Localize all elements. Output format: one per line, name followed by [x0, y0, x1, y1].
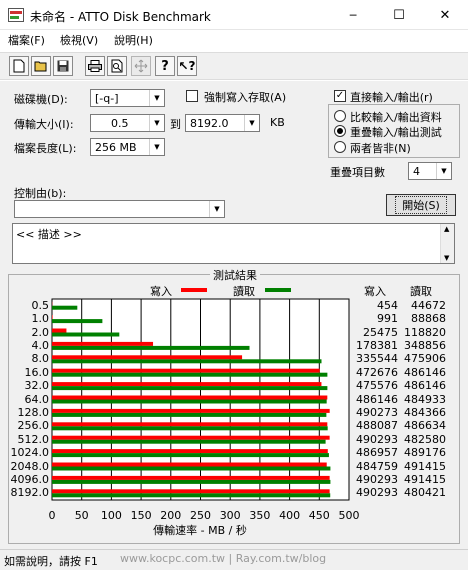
new-icon — [13, 59, 25, 73]
description-box[interactable]: << 描述 >> ▲ ▼ — [12, 223, 455, 264]
chevron-down-icon: ▼ — [244, 115, 259, 131]
scroll-up-icon: ▲ — [444, 225, 450, 233]
transfer-size-label: 傳輸大小(I): — [14, 118, 74, 131]
force-write-checkbox[interactable] — [186, 90, 198, 102]
close-icon: ✕ — [439, 7, 451, 23]
radio-overlap-label: 重疊輸入/輸出測試 — [350, 126, 442, 139]
menu-help[interactable]: 說明(H) — [114, 32, 153, 48]
print-button[interactable] — [85, 56, 105, 76]
move-button[interactable] — [131, 56, 151, 76]
save-button[interactable] — [53, 56, 73, 76]
legend-write-label: 寫入 — [150, 285, 172, 298]
transfer-unit: KB — [270, 116, 285, 129]
radio-neither[interactable] — [334, 141, 346, 153]
description-text: << 描述 >> — [16, 228, 82, 241]
status-text: 如需說明，請按 F1 — [4, 555, 98, 568]
radio-compare-label: 比較輸入/輸出資料 — [350, 111, 442, 124]
help-button[interactable]: ? — [155, 56, 175, 76]
file-length-value: 256 MB — [95, 140, 137, 154]
start-button-label: 開始(S) — [395, 196, 447, 214]
chevron-down-icon: ▼ — [436, 163, 451, 179]
description-scrollbar[interactable]: ▲ ▼ — [440, 224, 454, 263]
minimize-button[interactable]: ─ — [330, 0, 376, 30]
file-length-label: 檔案長度(L): — [14, 142, 77, 155]
queue-depth-label: 重疊項目數 — [330, 166, 385, 179]
queue-depth-value: 4 — [413, 164, 420, 178]
results-title: 測試結果 — [210, 267, 260, 283]
maximize-button[interactable]: ☐ — [376, 0, 422, 30]
control-select[interactable]: ▼ — [14, 200, 225, 218]
open-icon — [34, 61, 47, 72]
context-help-icon: ↖? — [178, 59, 196, 73]
app-icon — [8, 8, 24, 22]
radio-overlap[interactable] — [334, 125, 346, 137]
checkmark-icon: ✓ — [335, 90, 345, 101]
new-button[interactable] — [9, 56, 29, 76]
drive-select[interactable]: [-q-] ▼ — [90, 89, 165, 107]
control-label: 控制由(b): — [14, 187, 67, 200]
chevron-down-icon: ▼ — [149, 115, 164, 131]
drive-label: 磁碟機(D): — [14, 93, 68, 106]
chevron-down-icon: ▼ — [209, 201, 224, 217]
scroll-down-icon: ▼ — [444, 254, 450, 262]
close-button[interactable]: ✕ — [422, 0, 468, 30]
chevron-down-icon: ▼ — [149, 139, 164, 155]
transfer-from-select[interactable]: 0.5 ▼ — [90, 114, 165, 132]
print-preview-button[interactable] — [107, 56, 127, 76]
open-button[interactable] — [31, 56, 51, 76]
radio-compare[interactable] — [334, 110, 346, 122]
menu-view[interactable]: 檢視(V) — [60, 32, 98, 48]
results-group — [8, 274, 460, 544]
minimize-icon: ─ — [349, 8, 357, 22]
drive-value: [-q-] — [95, 91, 119, 105]
context-help-button[interactable]: ↖? — [177, 56, 197, 76]
menu-file[interactable]: 檔案(F) — [8, 32, 45, 48]
force-write-label: 強制寫入存取(A) — [204, 91, 287, 104]
legend-read-label: 讀取 — [233, 285, 255, 298]
write-column-header: 寫入 — [364, 285, 386, 298]
legend-write-swatch — [181, 288, 207, 292]
transfer-to-select[interactable]: 8192.0 ▼ — [185, 114, 260, 132]
window-title: 未命名 - ATTO Disk Benchmark — [30, 10, 211, 24]
radio-neither-label: 兩者皆非(N) — [350, 142, 411, 155]
direct-io-label: 直接輸入/輸出(r) — [350, 91, 433, 104]
radio-selected-dot — [337, 128, 343, 134]
transfer-to-label: 到 — [170, 118, 181, 131]
start-button[interactable]: 開始(S) — [386, 194, 456, 216]
watermark-text: www.kocpc.com.tw | Ray.com.tw/blog — [120, 552, 327, 565]
file-length-select[interactable]: 256 MB ▼ — [90, 138, 165, 156]
help-icon: ? — [161, 58, 169, 74]
transfer-from-value: 0.5 — [111, 116, 129, 130]
save-icon — [57, 60, 69, 72]
legend-read-swatch — [265, 288, 291, 292]
maximize-icon: ☐ — [393, 7, 405, 23]
print-icon — [88, 60, 102, 72]
read-column-header: 讀取 — [410, 285, 432, 298]
direct-io-checkbox[interactable]: ✓ — [334, 90, 346, 102]
transfer-to-value: 8192.0 — [190, 116, 229, 130]
print-preview-icon — [111, 59, 123, 73]
move-icon — [134, 59, 148, 73]
queue-depth-select[interactable]: 4 ▼ — [408, 162, 452, 180]
chevron-down-icon: ▼ — [149, 90, 164, 106]
